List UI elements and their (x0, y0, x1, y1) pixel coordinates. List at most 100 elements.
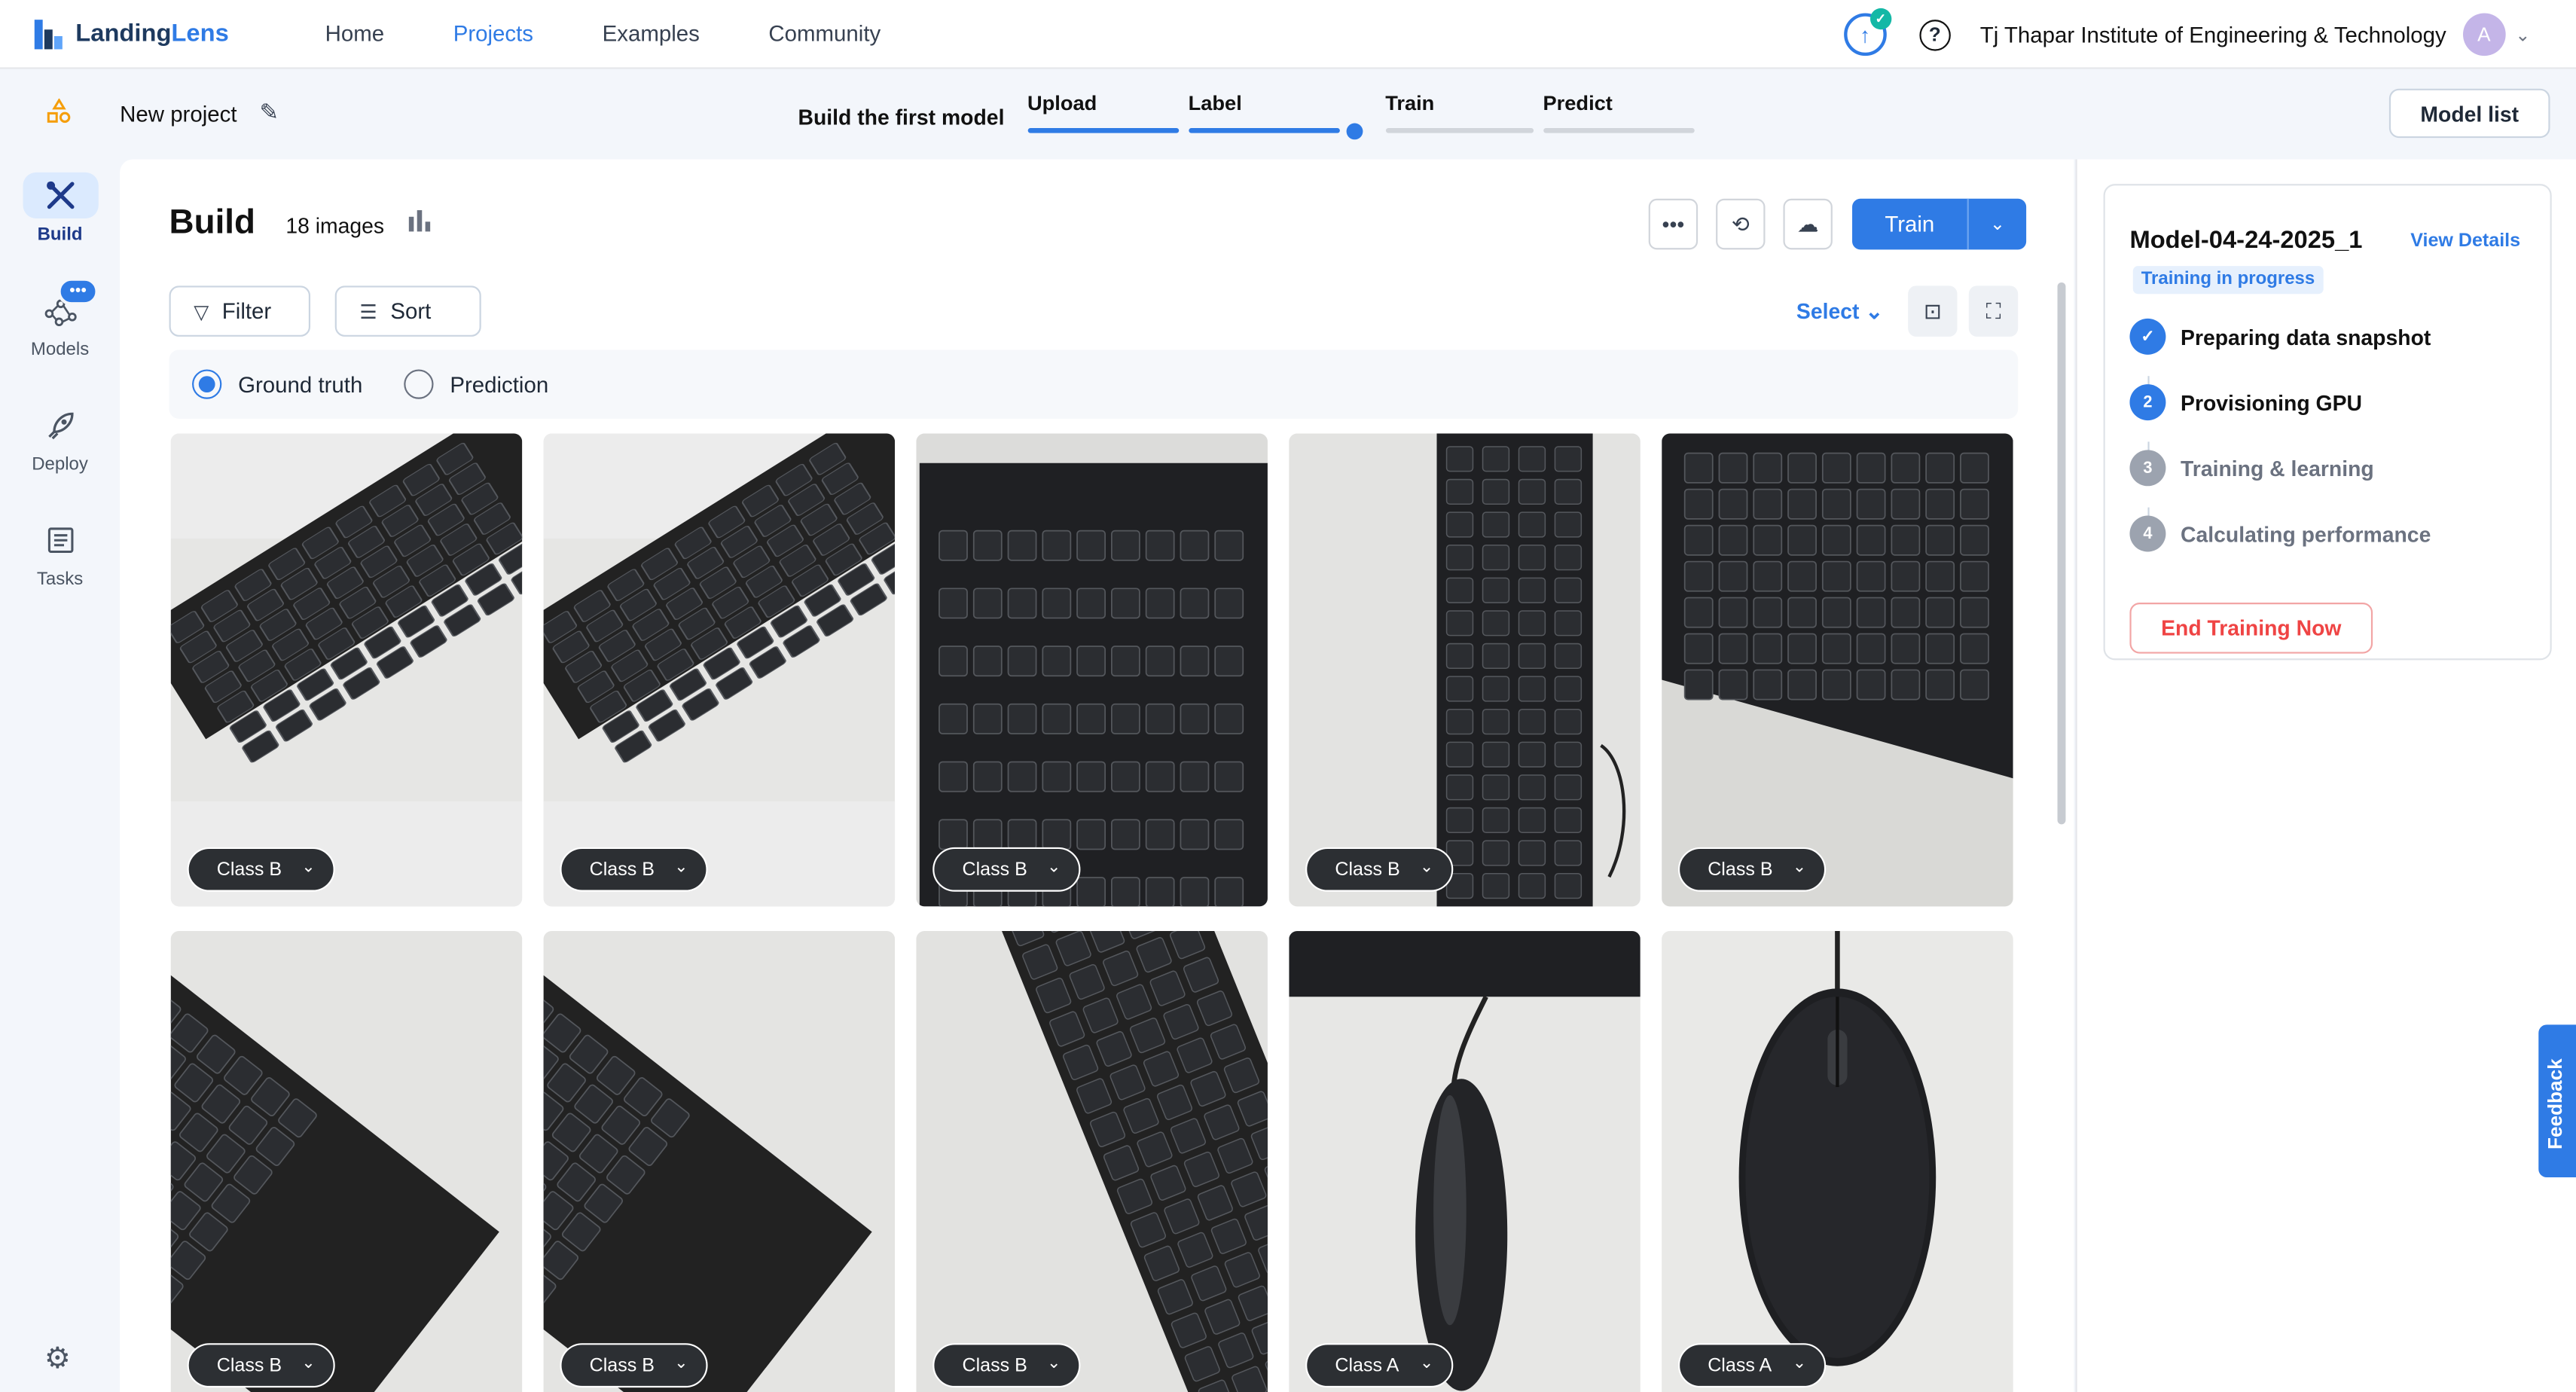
logo-icon (33, 16, 66, 52)
cloud-upload-icon: ☁ (1797, 211, 1819, 236)
nav-home[interactable]: Home (325, 21, 385, 46)
model-list-button[interactable]: Model list (2389, 88, 2550, 139)
class-tag-label: Class A (1708, 1355, 1772, 1375)
class-tag-dropdown[interactable]: Class B ⌄ (932, 1343, 1081, 1388)
class-tag-label: Class B (589, 1355, 655, 1375)
image-tile[interactable]: Class B ⌄ (170, 931, 523, 1392)
mouse-photo (1289, 931, 1641, 1392)
image-tile[interactable]: Class B ⌄ (543, 931, 896, 1392)
keyboard-photo (543, 433, 896, 907)
nav-projects[interactable]: Projects (453, 21, 533, 46)
rail-label: Models (30, 340, 90, 360)
class-tag-dropdown[interactable]: Class B ⌄ (1677, 847, 1827, 892)
end-training-button[interactable]: End Training Now (2129, 603, 2373, 654)
class-tag-dropdown[interactable]: Class B ⌄ (1305, 847, 1454, 892)
select-dropdown[interactable]: Select ⌄ (1796, 299, 1883, 325)
step-bar (1385, 128, 1534, 133)
settings-gear-icon[interactable]: ⚙ (44, 1342, 71, 1376)
rail-item-models[interactable]: Models ••• (0, 277, 120, 360)
chevron-down-icon: ⌄ (674, 1354, 688, 1373)
cloud-upload-button[interactable]: ☁ (1783, 198, 1833, 250)
chevron-down-icon: ⌄ (1046, 859, 1061, 878)
bar-chart-icon[interactable] (408, 210, 431, 232)
ground-truth-radio[interactable]: Ground truth (192, 369, 362, 399)
chevron-down-icon: ⌄ (1792, 859, 1806, 878)
tasks-icon (22, 517, 97, 563)
expand-icon: ⛶ (1985, 298, 2001, 323)
class-tag-label: Class B (1335, 859, 1400, 880)
edit-pencil-icon[interactable]: ✎ (259, 99, 279, 127)
rail-item-build[interactable]: Build (0, 172, 120, 245)
feedback-tab[interactable]: Feedback (2538, 1024, 2576, 1178)
class-tag-dropdown[interactable]: Class B ⌄ (187, 1343, 335, 1388)
image-tile[interactable]: Class B ⌄ (543, 433, 896, 907)
keyboard-photo (170, 931, 523, 1392)
chevron-down-icon: ⌄ (674, 859, 688, 878)
progress-steps: Build the first model Upload Label Train… (798, 92, 1704, 140)
image-tile[interactable]: Class B ⌄ (1662, 433, 2013, 907)
org-name[interactable]: Tj Thapar Institute of Engineering & Tec… (1980, 22, 2446, 47)
prediction-radio[interactable]: Prediction (404, 369, 548, 399)
training-step-1: ✓ Preparing data snapshot (2129, 318, 2431, 355)
filter-button[interactable]: ▽ Filter (169, 285, 311, 337)
models-badge: ••• (57, 277, 99, 306)
fit-view-button[interactable]: ⛶ (1968, 285, 2019, 337)
class-tag-dropdown[interactable]: Class A ⌄ (1677, 1343, 1827, 1388)
step-number: 3 (2129, 450, 2166, 487)
image-tile[interactable]: Class B ⌄ (916, 931, 1268, 1392)
avatar[interactable]: A (2462, 13, 2506, 56)
step-number: 2 (2129, 384, 2166, 421)
step-label: Train (1385, 92, 1435, 115)
step-label[interactable]: Label (1188, 92, 1340, 133)
rail-label: Build (37, 224, 83, 245)
chevron-down-icon: ⌄ (1046, 1354, 1061, 1373)
rail-item-deploy[interactable]: Deploy (0, 402, 120, 475)
sort-button[interactable]: ☰ Sort (334, 285, 481, 337)
focus-view-button[interactable]: ⊡ (1908, 285, 1958, 337)
sort-icon: ☰ (359, 299, 377, 323)
step-text: Calculating performance (2181, 521, 2431, 546)
history-button[interactable]: ⟲ (1716, 198, 1766, 250)
rail-label: Deploy (32, 454, 88, 475)
radio-circle (192, 369, 222, 399)
upload-status-icon[interactable]: ↑ ✓ (1843, 8, 1892, 56)
step-text: Provisioning GPU (2181, 389, 2362, 415)
step-train[interactable]: Train (1385, 92, 1534, 133)
training-status-card: Model-04-24-2025_1 View Details Training… (2103, 184, 2552, 661)
logo-text: LandingLens (75, 20, 229, 48)
chevron-down-icon[interactable]: ⌄ (2515, 24, 2530, 45)
class-tag-dropdown[interactable]: Class B ⌄ (932, 847, 1081, 892)
nav-examples[interactable]: Examples (603, 21, 700, 46)
view-details-link[interactable]: View Details (2410, 231, 2520, 251)
chevron-down-icon[interactable]: ⌄ (1969, 199, 2026, 250)
image-tile[interactable]: Class A ⌄ (1289, 931, 1641, 1392)
filter-label: Filter (221, 298, 272, 324)
class-tag-dropdown[interactable]: Class B ⌄ (187, 847, 335, 892)
check-icon: ✓ (2129, 318, 2166, 355)
train-button[interactable]: Train ⌄ (1852, 198, 2027, 250)
image-tile[interactable]: Class B ⌄ (916, 433, 1268, 907)
class-tag-label: Class A (1335, 1355, 1399, 1375)
train-label[interactable]: Train (1852, 198, 1969, 250)
chevron-down-icon: ⌄ (301, 859, 316, 878)
class-tag-label: Class B (589, 859, 655, 880)
scrollbar[interactable] (2057, 282, 2066, 825)
step-predict[interactable]: Predict (1543, 92, 1695, 133)
class-tag-dropdown[interactable]: Class A ⌄ (1305, 1343, 1454, 1388)
step-bar (1188, 128, 1340, 133)
image-tile[interactable]: Class B ⌄ (170, 433, 523, 907)
image-tile[interactable]: Class A ⌄ (1662, 931, 2013, 1392)
nav-community[interactable]: Community (768, 21, 881, 46)
class-tag-dropdown[interactable]: Class B ⌄ (560, 1343, 708, 1388)
more-options-button[interactable]: ••• (1648, 198, 1699, 250)
help-icon[interactable]: ? (1919, 19, 1951, 50)
class-tag-dropdown[interactable]: Class B ⌄ (560, 847, 708, 892)
step-upload[interactable]: Upload (1027, 92, 1179, 133)
landinglens-logo[interactable]: LandingLens (33, 16, 296, 52)
radio-circle (404, 369, 434, 399)
chevron-down-icon: ⌄ (1792, 1354, 1806, 1373)
keyboard-photo (1662, 433, 2013, 907)
image-tile[interactable]: Class B ⌄ (1289, 433, 1641, 907)
rail-item-tasks[interactable]: Tasks (0, 517, 120, 590)
select-label: Select (1796, 298, 1860, 324)
